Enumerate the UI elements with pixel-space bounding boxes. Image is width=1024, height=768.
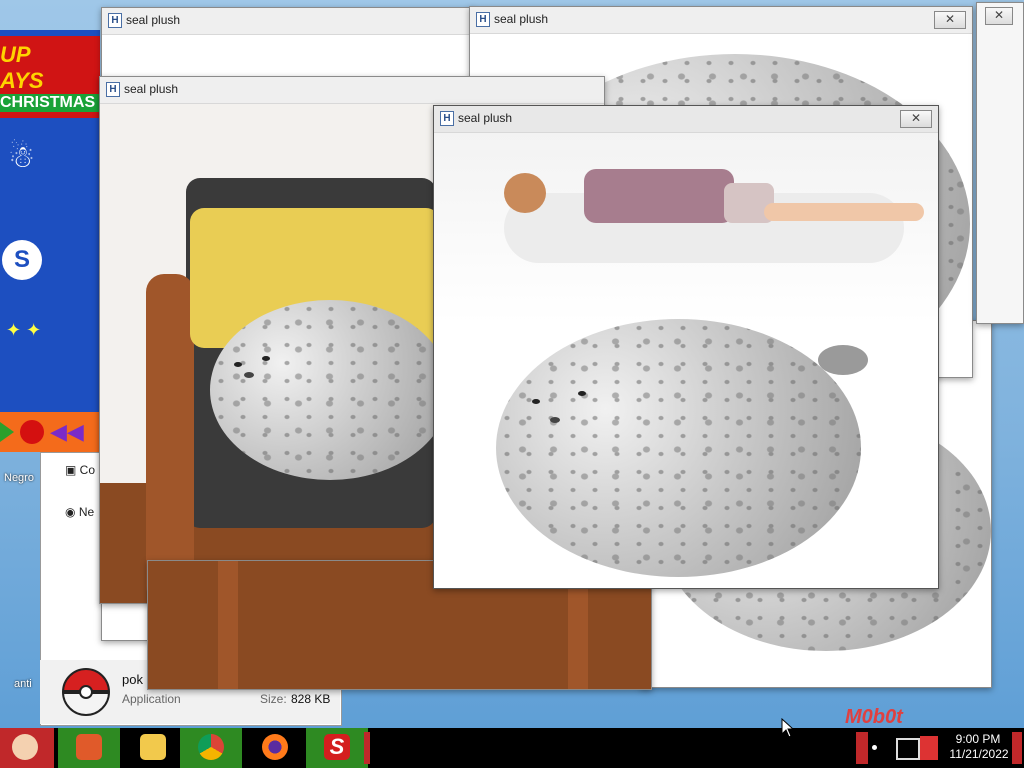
title-bar[interactable]: H seal plush ✕ [470,7,972,34]
media-player-icon [140,734,166,760]
taskbar-firefox-button[interactable] [244,728,306,768]
taskbar-folder-button[interactable] [58,728,120,768]
desktop-icon-label[interactable]: anti [14,678,32,690]
seal-plush-image [496,319,861,577]
santa-start-icon [12,734,38,760]
window-title: seal plush [124,82,179,96]
watermark-text: M0b0t [845,706,903,728]
taskbar-media-button[interactable] [122,728,184,768]
file-name: pok [122,672,143,687]
person-leg [764,203,924,221]
mouse-cursor-icon [781,718,795,738]
close-button[interactable]: ✕ [985,7,1013,25]
explorer-item-2[interactable]: ◉ Ne [65,505,94,519]
close-button[interactable]: ✕ [900,110,932,128]
person-shirt [584,169,734,223]
start-button[interactable] [0,728,54,768]
window-title: seal plush [494,12,549,26]
taskbar: S 9:00 PM 11/21/2022 [0,728,1024,768]
close-button[interactable]: ✕ [934,11,966,29]
game-header: UP AYS CHRISTMAS [0,36,100,118]
file-size-label: Size: [260,692,287,706]
app-icon: H [106,82,120,97]
window-title: seal plush [126,13,181,27]
title-bar[interactable]: H seal plush [100,77,604,104]
chrome-icon [198,734,224,760]
taskbar-chrome-button[interactable] [180,728,242,768]
title-bar[interactable]: H seal plush [102,8,474,35]
taskbar-divider [364,732,370,764]
network-icon[interactable] [896,738,920,760]
folder-icon [76,734,102,760]
seal-plush-window-offscreen[interactable]: ✕ [976,2,1024,324]
clock-time[interactable]: 9:00 PM [948,732,1008,746]
chair-arm [146,274,194,603]
show-desktop-button[interactable] [1012,732,1022,764]
sparkle-icon: ✦ ✦ [6,320,42,340]
clock-date[interactable]: 11/21/2022 [944,747,1014,761]
s-app-icon: S [324,734,350,760]
app-icon: H [108,13,122,28]
seal-plush-window-active[interactable]: H seal plush ✕ [433,105,939,589]
tray-dot-icon[interactable] [872,745,877,750]
background-game-window[interactable]: UP AYS CHRISTMAS ☃ S ✦ ✦ [0,30,100,420]
play-icon[interactable] [0,422,14,442]
game-controls[interactable]: ◀◀ [0,412,100,452]
file-type: Application [122,692,181,706]
volume-icon[interactable] [920,736,938,760]
app-icon: H [440,111,454,126]
file-size-value: 828 KB [291,692,331,706]
game-title-line1: UP AYS [0,42,44,93]
pokeball-icon [62,668,110,716]
chair-leg [218,561,238,689]
person-head [504,173,546,213]
snowman-icon: ☃ [8,141,35,174]
title-bar[interactable]: H seal plush ✕ [434,106,938,133]
app-icon: H [476,12,490,27]
window-title: seal plush [458,111,513,125]
seal-plush-image [210,300,450,480]
taskbar-s-app-button[interactable]: S [306,728,368,768]
seal-flipper [818,345,868,375]
desktop-icon-label[interactable]: Negro [4,472,34,484]
tray-divider [856,732,868,764]
s-app-icon[interactable]: S [2,240,42,280]
explorer-item-1[interactable]: ▣ Co [65,463,95,477]
record-icon[interactable] [20,420,44,444]
firefox-icon [262,734,288,760]
rewind-icon[interactable]: ◀◀ [50,420,84,444]
game-banner: CHRISTMAS [0,94,100,112]
